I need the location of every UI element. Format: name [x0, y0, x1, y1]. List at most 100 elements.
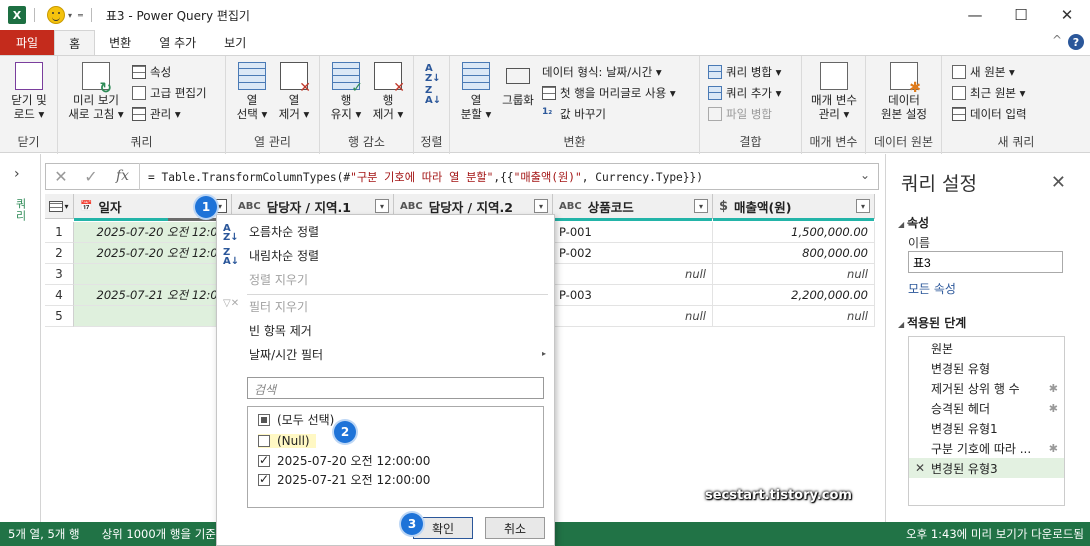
manage-button[interactable]: 관리 ▾: [132, 104, 181, 124]
delete-step-icon[interactable]: ✕: [915, 461, 925, 475]
cancel-formula-icon[interactable]: ✕: [46, 167, 76, 186]
gear-icon[interactable]: ✱: [1049, 402, 1058, 415]
column-filter-button[interactable]: ▾: [375, 199, 389, 213]
sort-ascending-icon[interactable]: A Z↓: [425, 64, 441, 84]
tab-view[interactable]: 보기: [210, 30, 260, 55]
row-number[interactable]: 1: [45, 222, 74, 243]
tab-file[interactable]: 파일: [0, 30, 55, 55]
enter-data-button[interactable]: 데이터 입력: [952, 104, 1027, 124]
manage-parameters-button[interactable]: 매개 변수 관리 ▾: [806, 62, 862, 121]
table-cell[interactable]: null: [553, 264, 713, 285]
table-cell[interactable]: n: [74, 306, 232, 327]
choose-columns-button[interactable]: 열 선택 ▾: [232, 62, 272, 121]
column-filter-button[interactable]: ▾: [534, 199, 548, 213]
applied-step[interactable]: 변경된 유형: [909, 358, 1064, 378]
fx-icon[interactable]: fx: [106, 163, 140, 190]
all-properties-link[interactable]: 모든 속성: [908, 280, 956, 297]
customize-quick-access-icon[interactable]: ═: [78, 11, 83, 20]
chevron-down-icon[interactable]: ▾: [68, 11, 72, 20]
applied-step-active[interactable]: ✕ 변경된 유형3: [909, 458, 1064, 478]
applied-step[interactable]: 원본: [909, 338, 1064, 358]
filter-search-input[interactable]: 검색: [247, 377, 544, 399]
cancel-button[interactable]: 취소: [485, 517, 545, 539]
sort-descending-item[interactable]: 내림차순 정렬: [249, 247, 319, 264]
properties-button[interactable]: 속성: [132, 62, 171, 82]
table-cell[interactable]: P-002: [553, 243, 713, 264]
table-cell[interactable]: null: [713, 306, 875, 327]
keep-rows-button[interactable]: 행 유지 ▾: [326, 62, 366, 121]
applied-steps-section-header[interactable]: 적용된 단계: [898, 314, 966, 331]
column-header-sales-amount[interactable]: $ 매출액(원) ▾: [713, 194, 875, 221]
gear-icon[interactable]: ✱: [1049, 442, 1058, 455]
table-cell[interactable]: 800,000.00: [713, 243, 875, 264]
table-cell[interactable]: null: [713, 264, 875, 285]
filter-item-null[interactable]: (Null): [258, 434, 316, 448]
queries-pane-label[interactable]: 쿼리: [12, 198, 28, 222]
smiley-feedback-icon[interactable]: [47, 6, 65, 24]
table-cell[interactable]: P-003: [553, 285, 713, 306]
combine-files-button[interactable]: 파일 병합: [708, 104, 772, 124]
commit-formula-icon[interactable]: ✓: [76, 167, 106, 186]
applied-step[interactable]: 변경된 유형1: [909, 418, 1064, 438]
table-cell[interactable]: 2,200,000.00: [713, 285, 875, 306]
append-queries-button[interactable]: 쿼리 추가 ▾: [708, 83, 781, 103]
sort-ascending-item[interactable]: 오름차순 정렬: [249, 223, 319, 240]
sort-descending-icon[interactable]: Z A↓: [425, 86, 441, 106]
row-number[interactable]: 4: [45, 285, 74, 306]
merge-queries-button[interactable]: 쿼리 병합 ▾: [708, 62, 781, 82]
close-icon[interactable]: ✕: [1051, 172, 1066, 193]
table-cell[interactable]: 2025-07-20 오전 12:00: [74, 243, 232, 264]
table-cell[interactable]: n: [74, 264, 232, 285]
remove-empty-item[interactable]: 빈 항목 제거: [249, 322, 312, 339]
applied-step[interactable]: 구분 기호에 따라 ... ✱: [909, 438, 1064, 458]
data-type-dropdown[interactable]: 데이터 형식: 날짜/시간 ▾: [542, 62, 662, 82]
clear-filter-item[interactable]: 필터 지우기: [249, 298, 308, 315]
checkbox[interactable]: [258, 413, 270, 426]
table-cell[interactable]: P-001: [553, 222, 713, 243]
query-name-input[interactable]: [908, 251, 1063, 273]
table-cell[interactable]: 1,500,000.00: [713, 222, 875, 243]
formula-input[interactable]: = Table.TransformColumnTypes(#"구분 기호에 따라…: [140, 169, 703, 185]
new-source-button[interactable]: 새 원본 ▾: [952, 62, 1015, 82]
clear-sort-item[interactable]: 정렬 지우기: [249, 271, 308, 288]
close-window-button[interactable]: ✕: [1044, 0, 1090, 30]
datetime-filters-item[interactable]: 날짜/시간 필터: [249, 346, 323, 363]
table-cell[interactable]: 2025-07-20 오전 12:00: [74, 222, 232, 243]
checkbox[interactable]: [258, 453, 270, 467]
applied-step[interactable]: 제거된 상위 행 수 ✱: [909, 378, 1064, 398]
tab-transform[interactable]: 변환: [95, 30, 145, 55]
first-row-header-button[interactable]: 첫 행을 머리글로 사용 ▾: [542, 83, 676, 103]
column-filter-button[interactable]: ▾: [694, 199, 708, 213]
advanced-editor-button[interactable]: 고급 편집기: [132, 83, 207, 103]
row-number[interactable]: 5: [45, 306, 74, 327]
maximize-button[interactable]: ☐: [998, 0, 1044, 30]
refresh-preview-button[interactable]: 미리 보기 새로 고침 ▾: [64, 62, 128, 121]
properties-section-header[interactable]: 속성: [898, 214, 929, 231]
checkbox[interactable]: [258, 472, 270, 486]
replace-values-button[interactable]: 1₂ 값 바꾸기: [542, 104, 606, 124]
filter-item-select-all[interactable]: (모두 선택): [258, 411, 334, 428]
close-and-load-button[interactable]: 닫기 및 로드 ▾: [6, 62, 52, 121]
column-header-product-code[interactable]: ABC 상품코드 ▾: [553, 194, 713, 221]
applied-step[interactable]: 승격된 헤더 ✱: [909, 398, 1064, 418]
table-cell[interactable]: null: [553, 306, 713, 327]
remove-rows-button[interactable]: 행 제거 ▾: [368, 62, 408, 121]
remove-columns-button[interactable]: 열 제거 ▾: [274, 62, 314, 121]
checkbox[interactable]: [258, 435, 270, 447]
row-number[interactable]: 2: [45, 243, 74, 264]
recent-sources-button[interactable]: 최근 원본 ▾: [952, 83, 1025, 103]
tab-home[interactable]: 홈: [54, 30, 96, 55]
table-cell[interactable]: 2025-07-21 오전 12:00: [74, 285, 232, 306]
column-filter-button[interactable]: ▾: [856, 199, 870, 213]
filter-item-date[interactable]: 2025-07-20 오전 12:00:00: [258, 452, 430, 469]
filter-item-date[interactable]: 2025-07-21 오전 12:00:00: [258, 471, 430, 488]
minimize-button[interactable]: —: [952, 0, 998, 30]
expand-formula-icon[interactable]: ⌄: [860, 168, 870, 182]
split-column-button[interactable]: 열 분할 ▾: [454, 62, 498, 121]
expand-queries-icon[interactable]: ›: [14, 166, 20, 182]
collapse-ribbon-icon[interactable]: ^: [1052, 33, 1062, 47]
help-icon[interactable]: ?: [1068, 34, 1084, 50]
data-source-settings-button[interactable]: 데이터 원본 설정: [872, 62, 936, 121]
row-number[interactable]: 3: [45, 264, 74, 285]
gear-icon[interactable]: ✱: [1049, 382, 1058, 395]
